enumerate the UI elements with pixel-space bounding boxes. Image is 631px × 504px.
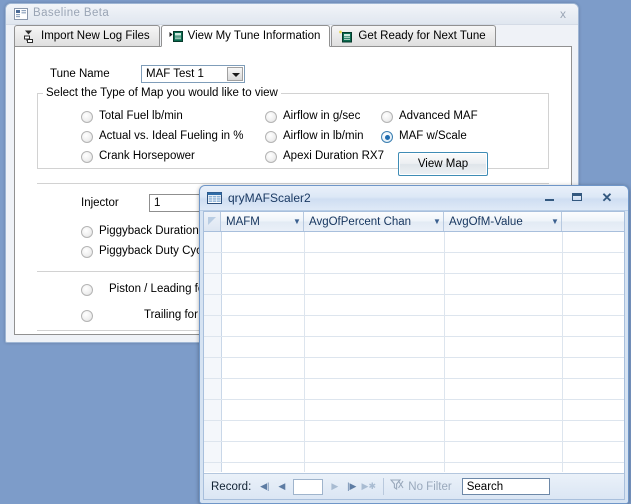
radio-dot — [381, 111, 393, 123]
radio-dot — [81, 246, 93, 258]
chevron-down-icon[interactable]: ▼ — [549, 217, 561, 226]
first-record-icon[interactable]: ◀| — [256, 478, 273, 496]
radio-label: Actual vs. Ideal Fueling in % — [99, 130, 244, 142]
filter-icon — [390, 479, 404, 494]
app-title-bar: Baseline Beta x — [6, 4, 578, 25]
filter-status[interactable]: No Filter — [390, 479, 452, 494]
tab-label: Get Ready for Next Tune — [358, 30, 486, 42]
view-map-button[interactable]: View Map — [398, 152, 488, 176]
grid-column-divider — [562, 232, 563, 472]
new-record-icon[interactable]: ▶✱ — [360, 478, 377, 496]
grid-column-divider — [304, 232, 305, 472]
form-icon — [14, 8, 28, 20]
grid-row-divider — [204, 273, 624, 274]
radio-label: Total Fuel lb/min — [99, 110, 183, 122]
grid-row-divider — [204, 336, 624, 337]
close-icon[interactable]: ✕ — [594, 188, 620, 206]
grid-column-divider — [444, 232, 445, 472]
tune-name-combo[interactable]: MAF Test 1 — [141, 65, 245, 83]
tune-name-label: Tune Name — [50, 68, 110, 80]
datasheet-grid[interactable] — [204, 232, 624, 472]
divider-1 — [37, 183, 549, 184]
tune-name-value: MAF Test 1 — [146, 68, 204, 80]
radio-label: Apexi Duration RX7 — [283, 150, 384, 162]
tab-import-new-log-files[interactable]: Import New Log Files — [14, 25, 160, 46]
datasheet-header-row: MAFM ▼ AvgOfPercent Chan ▼ AvgOfM-Value … — [204, 212, 624, 232]
query-datasheet-icon — [207, 191, 222, 205]
next-tune-icon — [339, 30, 353, 43]
chevron-down-icon[interactable] — [227, 67, 243, 81]
radio-label: MAF w/Scale — [399, 130, 467, 142]
radio-dot — [81, 310, 93, 322]
previous-record-icon[interactable]: ◀ — [273, 478, 290, 496]
column-header-mafm[interactable]: MAFM ▼ — [221, 212, 304, 231]
tab-label: View My Tune Information — [187, 30, 321, 42]
maximize-icon[interactable] — [564, 188, 590, 206]
tab-label: Import New Log Files — [41, 30, 150, 42]
column-header-avgofpercent-chan[interactable]: AvgOfPercent Chan ▼ — [304, 212, 444, 231]
column-header-label: MAFM — [226, 215, 260, 228]
minimize-icon[interactable] — [536, 188, 562, 206]
radio-dot — [381, 131, 393, 143]
radio-dot — [81, 226, 93, 238]
chevron-down-icon[interactable]: ▼ — [431, 217, 443, 226]
radio-label: Advanced MAF — [399, 110, 478, 122]
grid-row-divider — [204, 420, 624, 421]
next-record-icon[interactable]: ▶ — [326, 478, 343, 496]
app-close-button[interactable]: x — [560, 8, 566, 20]
navbar-divider — [383, 478, 385, 495]
grid-row-divider — [204, 294, 624, 295]
injector-label: Injector — [81, 197, 119, 209]
radio-label: Piggyback Duration — [99, 225, 199, 237]
radio-label: Airflow in lb/min — [283, 130, 364, 142]
grid-row-divider — [204, 378, 624, 379]
map-type-group-caption: Select the Type of Map you would like to… — [43, 87, 281, 99]
db-body: MAFM ▼ AvgOfPercent Chan ▼ AvgOfM-Value … — [203, 211, 625, 500]
last-record-icon[interactable]: |▶ — [343, 478, 360, 496]
import-icon — [22, 30, 36, 43]
filter-label: No Filter — [408, 480, 452, 493]
grid-row-divider — [204, 399, 624, 400]
radio-dot — [81, 131, 93, 143]
radio-dot — [265, 131, 277, 143]
row-header-column — [204, 232, 222, 472]
tab-strip: Import New Log Files View My Tune Inform… — [14, 25, 572, 67]
qry-maf-scaler-window: qryMAFScaler2 ✕ MAFM ▼ AvgOfPercent Chan… — [199, 185, 629, 504]
view-tune-icon — [169, 30, 183, 43]
grid-row-divider — [204, 252, 624, 253]
select-all-corner[interactable] — [204, 212, 221, 231]
app-title-text: Baseline Beta — [33, 7, 110, 19]
column-header-avgofm-value[interactable]: AvgOfM-Value ▼ — [444, 212, 562, 231]
radio-dot — [81, 151, 93, 163]
record-label: Record: — [211, 480, 252, 493]
grid-row-divider — [204, 315, 624, 316]
grid-row-divider — [204, 462, 624, 463]
db-title-bar: qryMAFScaler2 ✕ — [200, 186, 628, 211]
radio-dot — [265, 151, 277, 163]
record-navigation-bar: Record: ◀| ◀ ▶ |▶ ▶✱ No Filter Search — [204, 473, 624, 499]
radio-dot — [81, 111, 93, 123]
tab-get-ready-for-next-tune[interactable]: Get Ready for Next Tune — [331, 25, 496, 46]
grid-row-divider — [204, 441, 624, 442]
column-header-label: AvgOfPercent Chan — [309, 215, 412, 228]
record-number-input[interactable] — [293, 478, 324, 495]
radio-dot — [81, 284, 93, 296]
db-title-text: qryMAFScaler2 — [228, 191, 311, 205]
radio-label: Crank Horsepower — [99, 150, 195, 162]
view-map-button-label: View Map — [417, 158, 469, 170]
radio-dot — [265, 111, 277, 123]
radio-label: Piggyback Duty Cycle — [99, 245, 211, 257]
radio-label: Airflow in g/sec — [283, 110, 361, 122]
injector-value: 1 — [154, 197, 161, 209]
column-header-label: AvgOfM-Value — [449, 215, 523, 228]
chevron-down-icon[interactable]: ▼ — [291, 217, 303, 226]
grid-row-divider — [204, 357, 624, 358]
search-input[interactable]: Search — [461, 478, 550, 495]
desktop-background: Baseline Beta x Import New Log Files Vie… — [0, 0, 631, 504]
tab-view-my-tune-information[interactable]: View My Tune Information — [160, 25, 331, 47]
